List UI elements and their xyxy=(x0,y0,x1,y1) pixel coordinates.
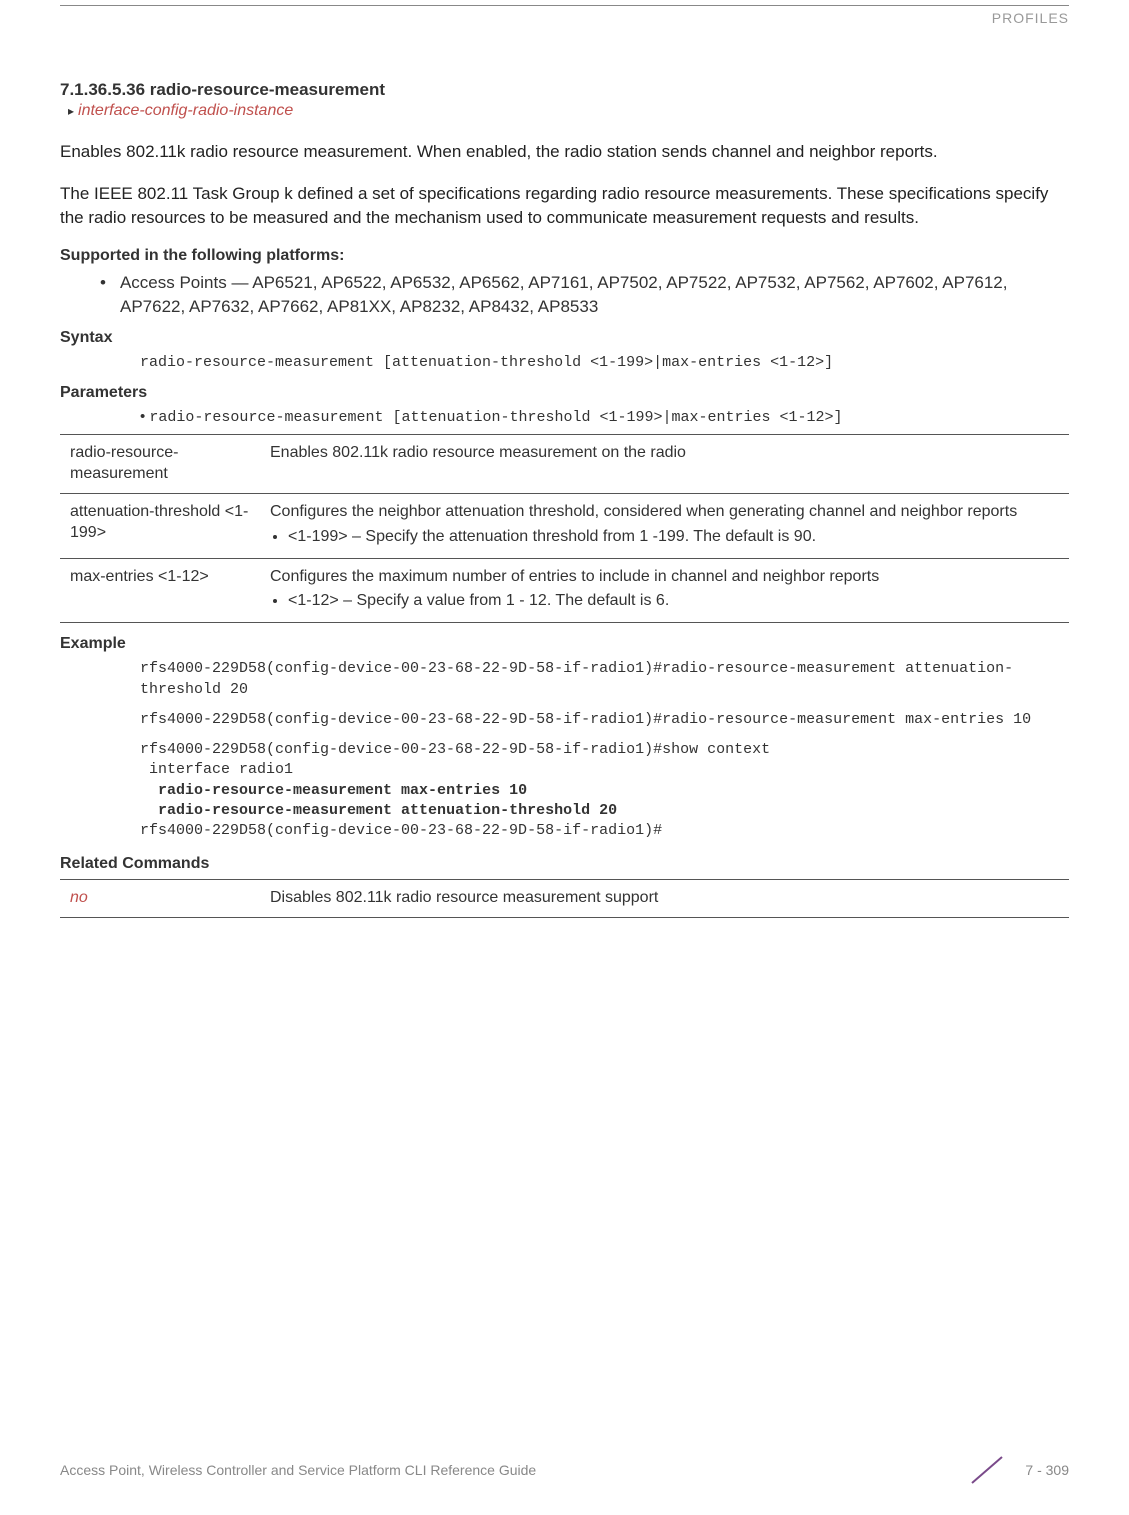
related-desc: Disables 802.11k radio resource measurem… xyxy=(260,880,1069,918)
paragraph-2: The IEEE 802.11 Task Group k defined a s… xyxy=(60,182,1069,230)
table-row: radio-resource-measurement Enables 802.1… xyxy=(60,435,1069,494)
table-row: attenuation-threshold <1-199> Configures… xyxy=(60,494,1069,559)
param-desc-sub: <1-199> – Specify the attenuation thresh… xyxy=(288,527,1059,548)
example-line: rfs4000-229D58(config-device-00-23-68-22… xyxy=(140,741,770,778)
param-name: attenuation-threshold <1-199> xyxy=(60,494,260,559)
example-block-2: rfs4000-229D58(config-device-00-23-68-22… xyxy=(140,710,1069,730)
footer-page-number-container: 7 - 309 xyxy=(957,1455,1069,1485)
param-name: max-entries <1-12> xyxy=(60,558,260,623)
supported-platforms-item: Access Points — AP6521, AP6522, AP6532, … xyxy=(100,271,1069,319)
supported-platforms-title: Supported in the following platforms: xyxy=(60,247,1069,265)
param-desc-sub: <1-12> – Specify a value from 1 - 12. Th… xyxy=(288,591,1059,612)
syntax-text: radio-resource-measurement [attenuation-… xyxy=(140,353,1069,373)
param-desc: Configures the maximum number of entries… xyxy=(260,558,1069,623)
parameters-table: radio-resource-measurement Enables 802.1… xyxy=(60,434,1069,623)
related-commands-table: no Disables 802.11k radio resource measu… xyxy=(60,879,1069,918)
example-line-bold: radio-resource-measurement attenuation-t… xyxy=(140,802,617,819)
header-rule xyxy=(60,5,1069,6)
no-link[interactable]: no xyxy=(70,889,88,906)
example-line-bold: radio-resource-measurement max-entries 1… xyxy=(140,782,527,799)
param-desc: Enables 802.11k radio resource measureme… xyxy=(260,435,1069,494)
param-desc-text: Configures the maximum number of entries… xyxy=(270,568,879,585)
related-name[interactable]: no xyxy=(60,880,260,918)
syntax-title: Syntax xyxy=(60,329,1069,347)
footer-page-number: 7 - 309 xyxy=(1025,1462,1069,1478)
related-commands-title: Related Commands xyxy=(60,855,1069,873)
param-name: radio-resource-measurement xyxy=(60,435,260,494)
footer-guide-title: Access Point, Wireless Controller and Se… xyxy=(60,1462,536,1478)
table-row: max-entries <1-12> Configures the maximu… xyxy=(60,558,1069,623)
breadcrumb-link[interactable]: interface-config-radio-instance xyxy=(68,102,1069,120)
header-category: PROFILES xyxy=(992,10,1069,26)
paragraph-1: Enables 802.11k radio resource measureme… xyxy=(60,140,1069,164)
example-block-1: rfs4000-229D58(config-device-00-23-68-22… xyxy=(140,659,1069,700)
example-block-3: rfs4000-229D58(config-device-00-23-68-22… xyxy=(140,740,1069,841)
page-footer: Access Point, Wireless Controller and Se… xyxy=(60,1455,1069,1485)
section-heading: 7.1.36.5.36 radio-resource-measurement xyxy=(60,80,1069,100)
param-desc: Configures the neighbor attenuation thre… xyxy=(260,494,1069,559)
page-content: 7.1.36.5.36 radio-resource-measurement i… xyxy=(0,0,1129,1010)
example-line: rfs4000-229D58(config-device-00-23-68-22… xyxy=(140,822,662,839)
parameters-title: Parameters xyxy=(60,384,1069,402)
param-desc-text: Configures the neighbor attenuation thre… xyxy=(270,503,1017,520)
example-title: Example xyxy=(60,635,1069,653)
footer-divider-icon xyxy=(957,1455,1017,1485)
table-row: no Disables 802.11k radio resource measu… xyxy=(60,880,1069,918)
parameters-cmdline: radio-resource-measurement [attenuation-… xyxy=(140,408,1069,426)
